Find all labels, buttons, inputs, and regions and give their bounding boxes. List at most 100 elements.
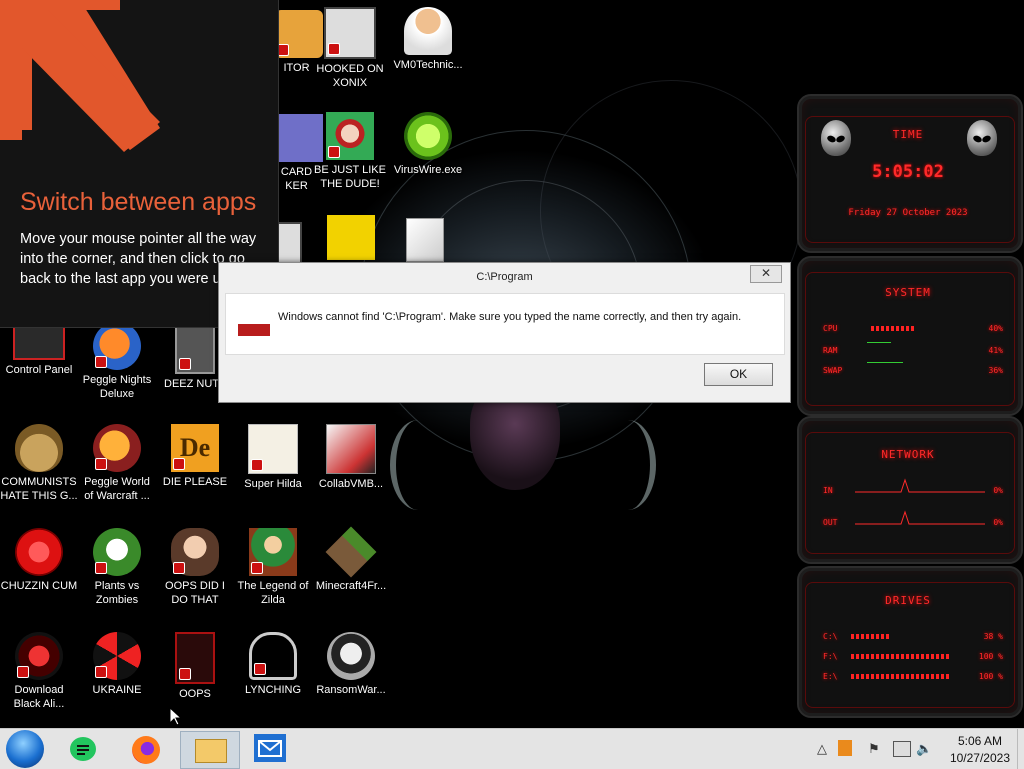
peggle-icon [93, 424, 141, 472]
desktop-icon-label: OOPS DID I DO THAT [165, 580, 225, 606]
desktop-icon[interactable]: Peggle Nights Deluxe [78, 322, 156, 401]
gadget-title: NETWORK [881, 448, 935, 461]
desktop-icon-label: VM0Technic... [393, 59, 463, 71]
desktop-icon-label: LYNCHING [244, 684, 302, 696]
shortcut-arrow-icon [95, 666, 107, 678]
desktop-icon-label: OOPS [179, 688, 211, 700]
cpu-bar [871, 326, 916, 331]
dialog-content: Windows cannot find 'C:\Program'. Make s… [225, 293, 785, 355]
santa-icon [326, 112, 374, 160]
shortcut-arrow-icon [254, 663, 266, 675]
volume-icon[interactable]: 🔈 [916, 741, 932, 757]
file-explorer-button[interactable] [180, 731, 240, 769]
desktop-icon[interactable]: VM0Technic... [389, 7, 467, 72]
drives-gadget[interactable]: DRIVES C:\ 38 % F:\ 100 % E:\ 100 % [797, 566, 1023, 718]
gadget-title: TIME [892, 128, 924, 141]
ok-button[interactable]: OK [704, 363, 773, 386]
corner-arrow-icon [0, 0, 160, 152]
desktop-icon-label: BE JUST LIKE THE DUDE! [314, 164, 386, 190]
swap-graph [867, 362, 903, 363]
drive-c-bar [851, 634, 889, 639]
swap-label: SWAP [823, 366, 843, 375]
cat-icon [248, 424, 298, 474]
monitor-icon [326, 424, 376, 474]
wallpaper-horn-right [600, 420, 656, 510]
network-gadget[interactable]: NETWORK IN 0% OUT 0% [797, 416, 1023, 564]
desktop-icon[interactable]: Download Black Ali... [0, 632, 78, 711]
close-button[interactable]: ✕ [750, 265, 782, 283]
system-gadget[interactable]: SYSTEM CPU 40% RAM 41% SWAP 36% [797, 256, 1023, 416]
cpu-value: 40% [988, 324, 1003, 333]
alien-ware-icon [15, 632, 63, 680]
desktop-icon-label: DIE PLEASE [162, 476, 228, 488]
drive-c-label: C:\ [823, 632, 838, 641]
desktop-icon[interactable]: LYNCHING [234, 632, 312, 697]
desktop-icon[interactable]: Plants vs Zombies [78, 528, 156, 607]
wallpaper-horn-left [390, 420, 446, 510]
time-gadget[interactable]: TIME 5:05:02 Friday 27 October 2023 [797, 94, 1023, 253]
gadget-date: Friday 27 October 2023 [848, 208, 968, 218]
drive-e-label: E:\ [823, 672, 838, 681]
net-out-value: 0% [993, 518, 1003, 527]
mouse-cursor-icon [170, 708, 182, 726]
start-button[interactable] [6, 730, 44, 768]
desktop-icon-label: Super Hilda [244, 478, 302, 490]
ram-value: 41% [988, 346, 1003, 355]
desktop-icon[interactable]: VirusWire.exe [389, 112, 467, 177]
error-dialog: C:\Program ✕ Windows cannot find 'C:\Pro… [218, 262, 791, 403]
shortcut-arrow-icon [17, 666, 29, 678]
portrait-icon [171, 528, 219, 576]
ram-label: RAM [823, 346, 838, 355]
skull-icon [327, 632, 375, 680]
show-desktop-button[interactable] [1017, 729, 1024, 769]
drive-e-bar [851, 674, 951, 679]
desktop-icon[interactable]: HOOKED ON XONIX [311, 7, 389, 90]
desktop-icon[interactable]: Control Panel [0, 326, 78, 377]
tip-title: Switch between apps [20, 188, 257, 216]
zelda-icon [249, 528, 297, 576]
dialog-title: C:\Program [476, 271, 533, 283]
network-icon[interactable] [893, 741, 911, 757]
app-icon[interactable] [276, 222, 302, 264]
taskbar-clock-time[interactable]: 5:06 AM [958, 734, 1002, 748]
scooby-icon[interactable] [327, 215, 375, 260]
desktop-icon[interactable]: Peggle World of Warcraft ... [78, 424, 156, 503]
desktop-icon-label: Control Panel [5, 364, 73, 376]
cpu-label: CPU [823, 324, 838, 333]
desktop-icon[interactable]: BE JUST LIKE THE DUDE! [311, 112, 389, 191]
show-hidden-icons-button[interactable]: △ [817, 741, 827, 757]
desktop-icon[interactable]: UKRAINE [78, 632, 156, 697]
net-in-graph [855, 478, 985, 493]
drive-e-value: 100 % [978, 672, 1003, 681]
shortcut-arrow-icon [95, 562, 107, 574]
java-update-icon[interactable] [838, 740, 852, 756]
action-center-flag-icon[interactable]: ⚑ [868, 741, 880, 757]
notes-app-icon[interactable] [70, 737, 96, 761]
shortcut-arrow-icon [251, 562, 263, 574]
desktop-icon[interactable]: RansomWar... [312, 632, 390, 697]
shortcut-arrow-icon [328, 43, 340, 55]
desktop-icon[interactable]: Super Hilda [234, 424, 312, 491]
desktop-icon[interactable]: The Legend of Zilda [234, 528, 312, 607]
shortcut-arrow-icon [179, 668, 191, 680]
mail-icon[interactable] [254, 734, 286, 762]
document-icon[interactable] [406, 218, 444, 262]
desktop-icon[interactable]: OOPS [156, 632, 234, 701]
desktop-icon[interactable]: De DIE PLEASE [156, 424, 234, 489]
desktop-icon[interactable]: Minecraft4Fr... [312, 526, 390, 593]
control-panel-icon [13, 326, 65, 360]
taskbar-clock-date[interactable]: 10/27/2023 [950, 751, 1010, 765]
error-icon [238, 324, 270, 336]
desktop-icon[interactable]: COMMUNISTS HATE THIS G... [0, 424, 78, 503]
chuzzle-icon [15, 528, 63, 576]
desktop-icon[interactable]: CollabVMB... [312, 424, 390, 491]
ram-graph [867, 342, 891, 343]
notes-line [77, 749, 89, 751]
lime-icon [404, 112, 452, 160]
firefox-icon[interactable] [132, 736, 160, 764]
drive-f-bar [851, 654, 951, 659]
net-out-label: OUT [823, 518, 838, 527]
desktop-icon[interactable]: OOPS DID I DO THAT [156, 528, 234, 607]
desktop-icon[interactable]: CHUZZIN CUM [0, 528, 78, 593]
money-bag-icon [15, 424, 63, 472]
